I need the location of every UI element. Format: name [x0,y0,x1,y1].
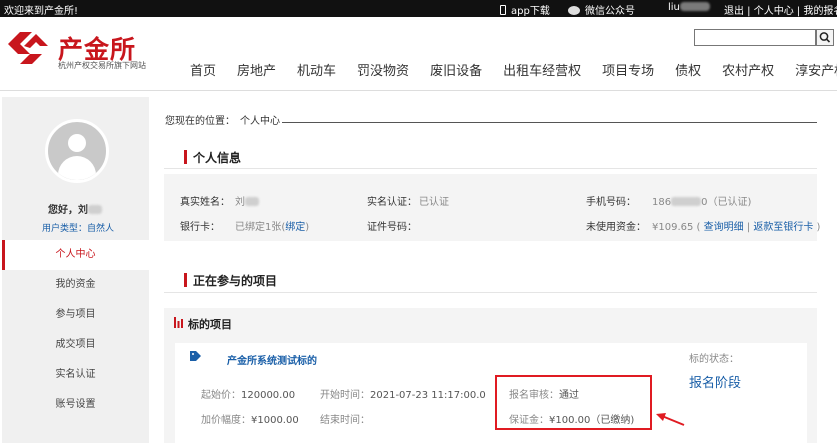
bankcard-value: 已绑定1张(绑定) [235,218,309,233]
project-status-label: 标的状态： [689,354,739,365]
sidebar-item-closed-deals[interactable]: 成交项目 [2,330,149,360]
projects-title: 正在参与的项目 [184,272,277,289]
real-name-text: 刘 [235,197,245,208]
wechat-icon [568,6,580,15]
project-name-link[interactable]: 产金所系统测试标的 [227,352,317,367]
bankcard-end: ) [305,222,310,233]
projects-divider [164,292,817,293]
breadcrumb-line [282,122,817,123]
account-links[interactable]: 退出 | 个人中心 | 我的报名 [724,2,837,17]
phone-redaction [671,197,702,206]
logo-subtitle: 杭州产权交易所旗下网站 [58,61,146,70]
project-status-value[interactable]: 报名阶段 [689,372,741,391]
increment: 加价幅度：¥1000.00 [201,411,299,426]
start-time-label: 开始时间： [320,390,370,401]
bar-chart-icon [174,317,183,328]
phone-value: 186 0（已认证) [652,193,751,208]
bankcard-text: 已绑定1张( [235,222,286,233]
app-download-link[interactable]: app下载 [500,2,550,17]
wechat-link[interactable]: 微信公众号 [568,2,635,17]
nav-item-real-estate[interactable]: 房地产 [237,60,276,79]
header-divider [0,90,837,91]
bankcard-label: 银行卡： [180,222,220,233]
id-number-label: 证件号码： [367,222,417,233]
end-time: 结束时间： [320,411,370,426]
nav-item-special[interactable]: 项目专场 [602,60,654,79]
avatar [45,119,109,183]
nav-item-rural[interactable]: 农村产权 [722,60,774,79]
user-type: 用户类型：自然人 [42,224,115,234]
breadcrumb-label: 您现在的位置： [165,116,235,127]
sidebar: 您好，刘 用户类型：自然人 个人中心 我的资金 参与项目 成交项目 实名认证 账… [2,97,149,443]
search-button[interactable] [816,29,834,46]
nav-item-taxi-rights[interactable]: 出租车经营权 [503,60,581,79]
start-price-label: 起始价： [201,390,241,401]
sidebar-item-realname-auth[interactable]: 实名认证 [2,360,149,390]
bind-card-link[interactable]: 绑定 [285,222,305,233]
main-nav: 首页 房地产 机动车 罚没物资 废旧设备 出租车经营权 项目专场 债权 农村产权… [190,60,837,79]
increment-label: 加价幅度： [201,415,251,426]
personal-info-title: 个人信息 [184,149,241,166]
search-icon [819,32,831,43]
start-price-value: 120000.00 [241,390,296,401]
nav-item-home[interactable]: 首页 [190,60,216,79]
realname-auth-value: 已认证 [419,197,449,208]
real-name-redaction [245,197,259,206]
start-time-value: 2021-07-23 11:17:00.0 [370,390,486,401]
refund-to-card-link[interactable]: 返款至银行卡 [753,222,813,233]
nav-item-scrap-equipment[interactable]: 废旧设备 [430,60,482,79]
end-time-label: 结束时间： [320,415,370,426]
highlight-box [495,375,652,430]
breadcrumb-current: 个人中心 [240,116,280,127]
nav-item-debt[interactable]: 债权 [675,60,701,79]
name-redaction [88,205,102,214]
username-text[interactable]: liu [668,2,680,13]
sidebar-item-my-funds[interactable]: 我的资金 [2,270,149,300]
personal-info-divider [164,168,817,169]
username[interactable]: liu [668,2,710,13]
arrow-annotation-icon [656,413,685,426]
nav-item-confiscated[interactable]: 罚没物资 [357,60,409,79]
increment-value: ¥1000.00 [251,415,299,426]
welcome-text: 欢迎来到产金所! [4,6,79,17]
start-time: 开始时间：2021-07-23 11:17:00.0 [320,386,486,401]
nav-item-vehicles[interactable]: 机动车 [297,60,336,79]
wechat-label[interactable]: 微信公众号 [585,6,635,17]
target-projects-label: 标的项目 [188,318,232,331]
greeting: 您好，刘 [48,201,102,216]
real-name-label: 真实姓名： [180,197,230,208]
sidebar-item-joined-projects[interactable]: 参与项目 [2,300,149,330]
realname-auth-label: 实名认证： [367,197,417,208]
target-projects-header: 标的项目 [174,316,232,332]
start-price: 起始价：120000.00 [201,386,295,401]
tag-icon [190,351,201,361]
phone-label: 手机号码： [586,197,636,208]
logo-mark-icon[interactable] [6,30,50,66]
sidebar-item-personal-center[interactable]: 个人中心 [2,240,149,270]
unused-funds-amount: ¥109.65 [652,222,694,233]
search-input[interactable] [694,29,816,46]
query-details-link[interactable]: 查询明细 [704,222,744,233]
username-redaction [679,2,710,11]
app-download-label[interactable]: app下载 [511,6,550,17]
nav-item-chunan[interactable]: 淳安产权 [795,60,837,79]
sidebar-item-account-settings[interactable]: 账号设置 [2,390,149,420]
unused-funds-label: 未使用资金： [586,222,646,233]
greeting-text: 您好，刘 [48,205,88,216]
phone-icon [500,5,506,15]
unused-funds-value: ¥109.65 ( 查询明细 | 返款至银行卡 ) [652,222,821,233]
top-bar: 欢迎来到产金所! app下载 微信公众号 liu 退出 | 个人中心 | 我的报… [0,0,837,17]
phone-suffix: 0（已认证) [701,197,752,208]
phone-prefix: 186 [652,197,672,208]
real-name-value: 刘 [235,193,259,208]
